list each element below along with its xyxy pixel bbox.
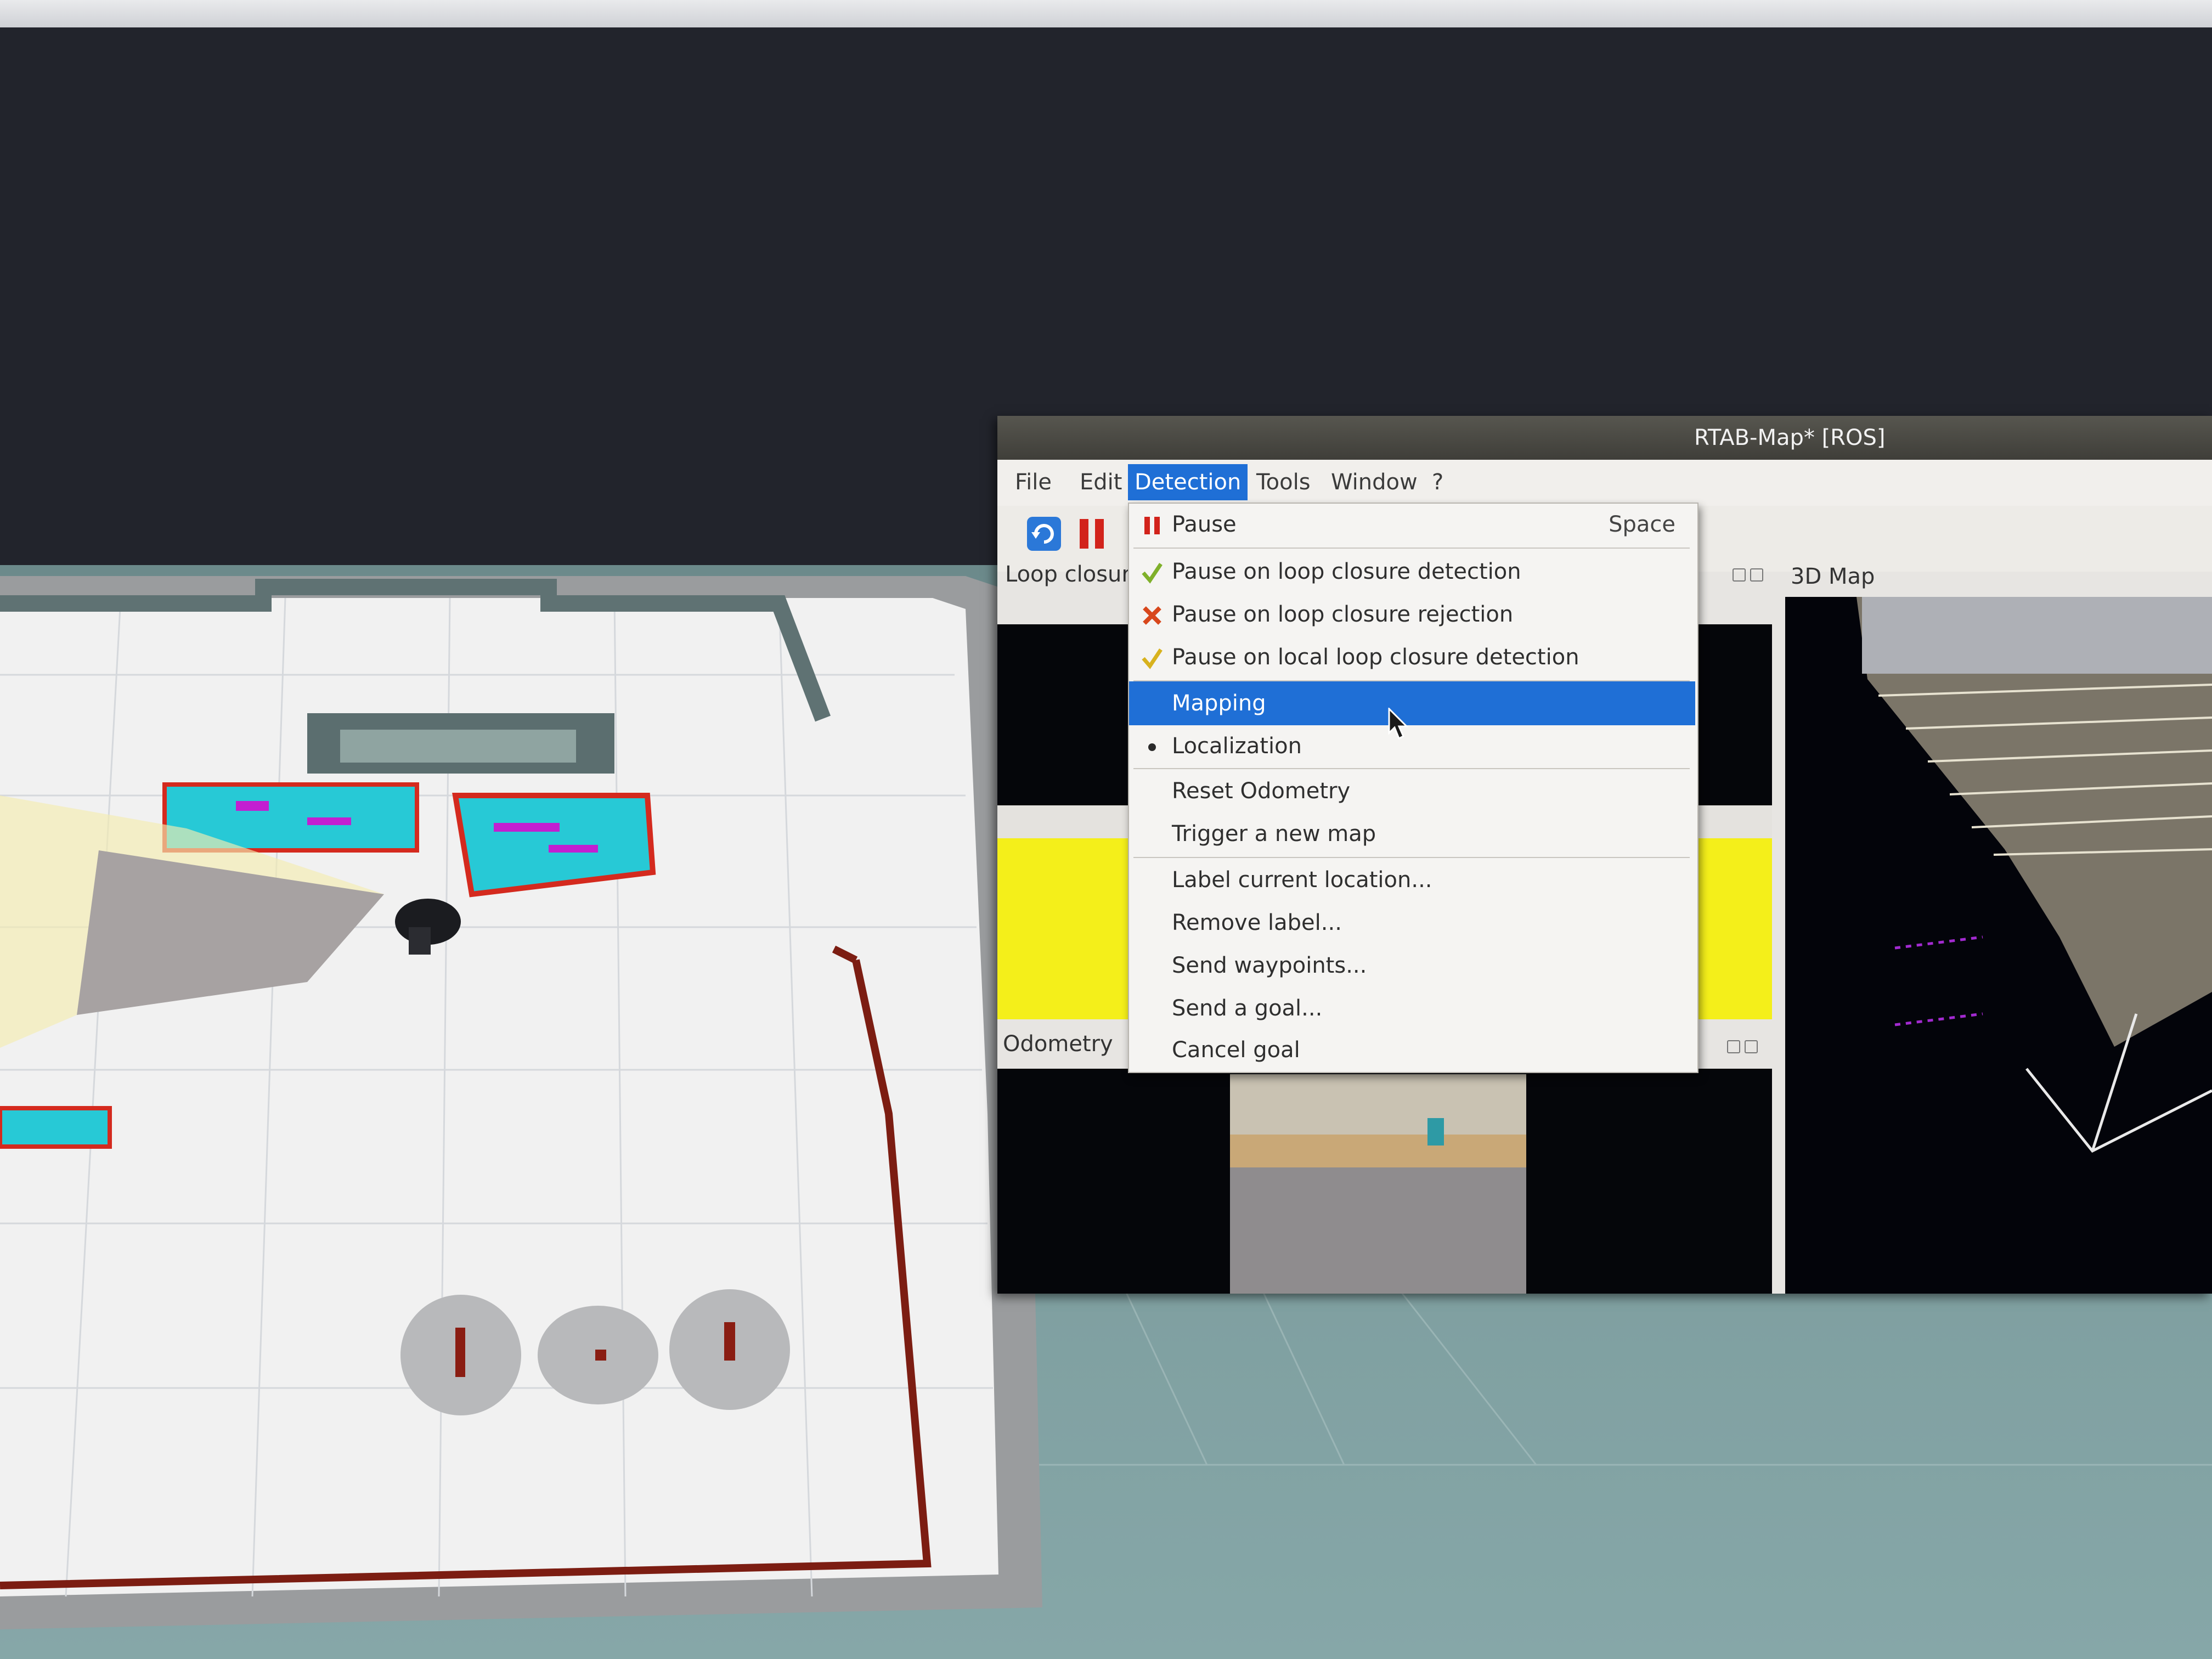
menu-item-label: Mapping bbox=[1172, 691, 1266, 716]
menu-item-remove-label[interactable]: Remove label... bbox=[1129, 902, 1695, 944]
menu-item-label: Label current location... bbox=[1172, 867, 1432, 893]
menu-tools[interactable]: Tools bbox=[1250, 464, 1317, 500]
occupancy-grid-map bbox=[0, 576, 1042, 1629]
menu-item-label: Pause on local loop closure detection bbox=[1172, 645, 1579, 670]
menu-item-label: Pause on loop closure rejection bbox=[1172, 602, 1514, 627]
menu-item-send-goal[interactable]: Send a goal... bbox=[1129, 988, 1695, 1029]
menu-item-shortcut: Space bbox=[1609, 512, 1675, 537]
menu-help[interactable]: ? bbox=[1425, 464, 1450, 500]
pause-icon[interactable] bbox=[1074, 516, 1110, 552]
map3d-dock-buttons[interactable] bbox=[1733, 568, 1771, 585]
camera-image bbox=[1230, 1074, 1526, 1294]
menu-separator bbox=[1133, 768, 1690, 769]
odometry-dock-buttons[interactable] bbox=[1727, 1040, 1765, 1057]
menu-item-label: Reset Odometry bbox=[1172, 778, 1351, 804]
menu-item-pause-on-loop-closure-rejection[interactable]: Pause on loop closure rejection bbox=[1129, 594, 1695, 635]
window-title: RTAB-Map* [ROS] bbox=[1694, 425, 1886, 450]
menu-detection[interactable]: Detection bbox=[1128, 464, 1248, 500]
menu-file[interactable]: File bbox=[1008, 464, 1058, 500]
detection-menu: Pause Space Pause on loop closure detect… bbox=[1128, 503, 1699, 1073]
monitor-bezel bbox=[0, 0, 2212, 27]
menu-separator bbox=[1133, 548, 1690, 549]
mouse-cursor-icon bbox=[1388, 708, 1409, 740]
menu-separator bbox=[1133, 857, 1690, 858]
menu-item-label: Send a goal... bbox=[1172, 996, 1323, 1021]
map3d-dock-title: 3D Map bbox=[1791, 564, 1875, 589]
pause-icon bbox=[1144, 517, 1160, 534]
check-icon bbox=[1142, 563, 1163, 584]
menu-item-trigger-new-map[interactable]: Trigger a new map bbox=[1129, 813, 1695, 855]
menu-item-label: Localization bbox=[1172, 733, 1302, 759]
menu-item-label: Remove label... bbox=[1172, 910, 1342, 935]
check-icon bbox=[1142, 648, 1163, 669]
menu-item-label: Cancel goal bbox=[1172, 1037, 1300, 1063]
menu-edit[interactable]: Edit bbox=[1073, 464, 1128, 500]
menu-item-label-current-location[interactable]: Label current location... bbox=[1129, 859, 1695, 901]
menu-item-mapping[interactable]: Mapping bbox=[1129, 681, 1695, 725]
menu-item-cancel-goal[interactable]: Cancel goal bbox=[1129, 1029, 1695, 1071]
menu-item-label: Pause on loop closure detection bbox=[1172, 559, 1521, 584]
menu-item-reset-odometry[interactable]: Reset Odometry bbox=[1129, 770, 1695, 812]
3d-map-view[interactable] bbox=[1785, 597, 2212, 1294]
menu-item-pause-on-local-loop-closure-detection[interactable]: Pause on local loop closure detection bbox=[1129, 636, 1695, 678]
menu-bar: File Edit Detection Tools Window ? bbox=[997, 460, 2212, 506]
menu-item-send-waypoints[interactable]: Send waypoints... bbox=[1129, 945, 1695, 986]
menu-item-localization[interactable]: Localization bbox=[1129, 725, 1695, 767]
menu-window[interactable]: Window bbox=[1324, 464, 1424, 500]
refresh-icon[interactable] bbox=[1026, 516, 1062, 552]
menu-item-label: Pause bbox=[1172, 512, 1237, 537]
title-bar[interactable]: RTAB-Map* [ROS] bbox=[997, 416, 2212, 460]
menu-item-label: Send waypoints... bbox=[1172, 953, 1367, 978]
menu-item-pause-on-loop-closure-detection[interactable]: Pause on loop closure detection bbox=[1129, 551, 1695, 592]
menu-item-pause[interactable]: Pause Space bbox=[1129, 504, 1695, 545]
radio-dot-icon bbox=[1148, 743, 1156, 751]
odometry-dock-title: Odometry bbox=[1003, 1031, 1113, 1057]
menu-item-label: Trigger a new map bbox=[1172, 821, 1376, 847]
x-mark-icon bbox=[1143, 606, 1161, 625]
loop-closure-dock-title: Loop closure bbox=[1005, 562, 1144, 587]
